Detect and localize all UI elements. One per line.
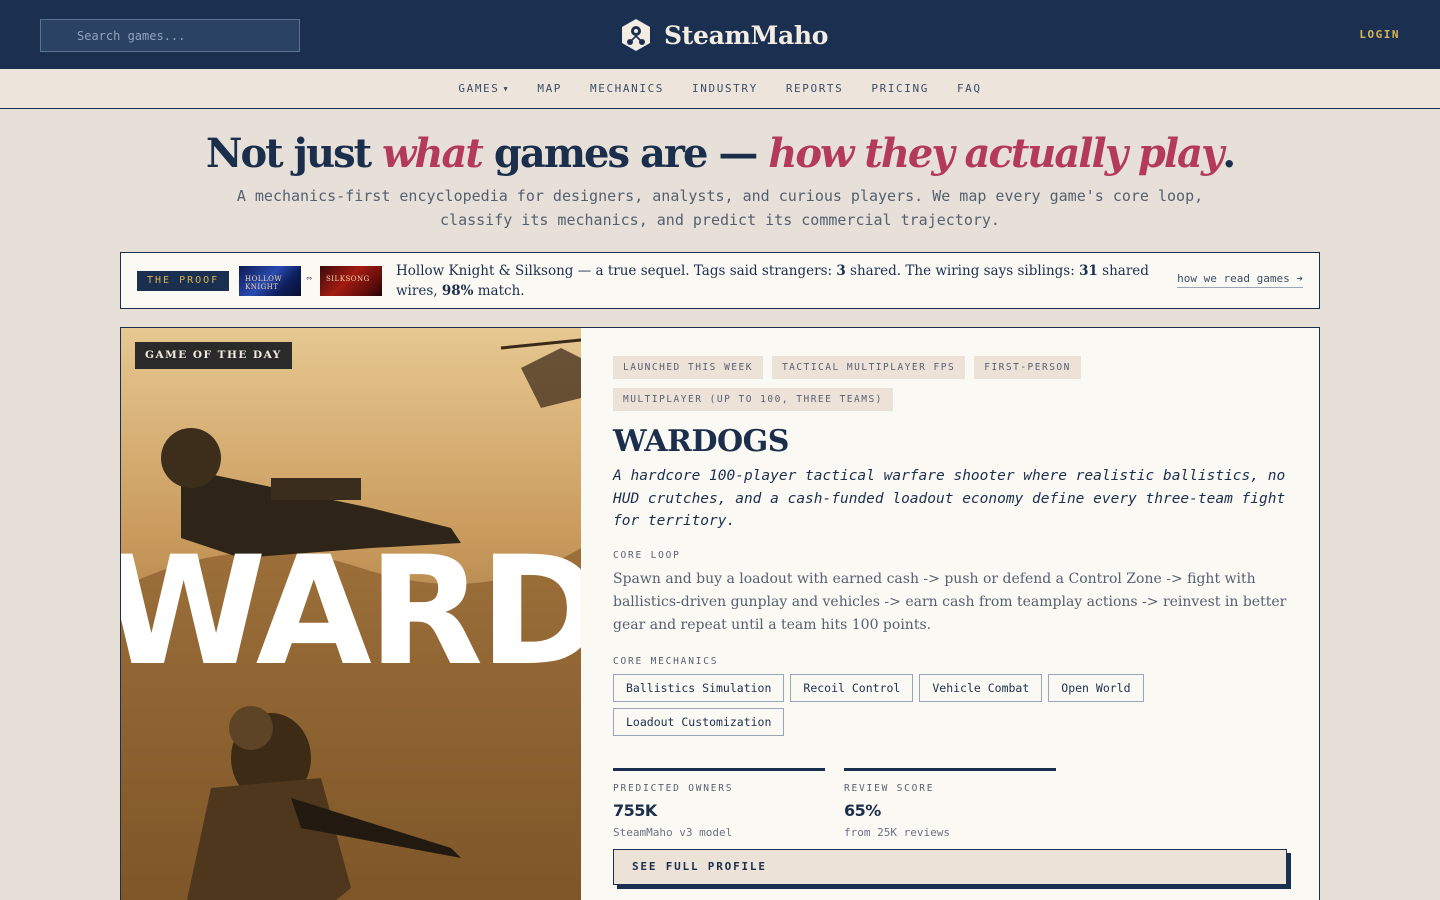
tag-chip[interactable]: LAUNCHED THIS WEEK <box>613 356 763 379</box>
proof-label: THE PROOF <box>137 271 230 291</box>
hollow-knight-thumbnail[interactable]: HOLLOW KNIGHT <box>239 266 301 296</box>
stat-note: SteamMaho v3 model <box>613 826 733 839</box>
nav-item-mechanics[interactable]: MECHANICS <box>590 82 664 95</box>
tag-chip[interactable]: MULTIPLAYER (UP TO 100, THREE TEAMS) <box>613 388 893 411</box>
mechanic-chip[interactable]: Open World <box>1048 674 1144 702</box>
mechanic-chip[interactable]: Recoil Control <box>790 674 914 702</box>
nav-label: GAMES <box>458 82 500 95</box>
nav-item-games[interactable]: GAMES ▼ <box>458 82 509 95</box>
brand-name: SteamMaho <box>664 20 829 50</box>
hero-title: Not just what games are — how they actua… <box>0 130 1440 177</box>
nav-item-industry[interactable]: INDUSTRY <box>692 82 758 95</box>
tag-chip[interactable]: TACTICAL MULTIPLAYER FPS <box>771 356 966 379</box>
predicted-owners-stat: PREDICTED OWNERS 755K SteamMaho v3 model <box>613 768 825 839</box>
brand-logo[interactable]: SteamMaho <box>620 17 828 53</box>
nav-item-map[interactable]: MAP <box>537 82 562 95</box>
how-we-read-link[interactable]: how we read games ➔ <box>1177 272 1303 288</box>
login-link[interactable]: LOGIN <box>1359 28 1400 41</box>
logo-icon <box>622 19 650 51</box>
hero-subtitle: A mechanics-first encyclopedia for desig… <box>236 187 1204 229</box>
hero-title-emphasis: what <box>382 130 484 177</box>
nav-item-reports[interactable]: REPORTS <box>786 82 844 95</box>
hero-title-emphasis: how they actually play <box>768 130 1224 177</box>
game-cover-image[interactable]: WARDO GAME OF THE DAY <box>121 328 581 900</box>
hero-title-part: games are — <box>481 130 769 177</box>
cover-artwork: WARDO <box>121 328 581 900</box>
search-input[interactable] <box>40 19 300 52</box>
core-loop-text: Spawn and buy a loadout with earned cash… <box>613 571 1287 633</box>
see-full-profile-button[interactable]: SEE FULL PROFILE <box>613 849 1287 885</box>
match-percentage: 98% <box>441 283 474 299</box>
game-description: A hardcore 100-player tactical warfare s… <box>613 468 1286 529</box>
chevron-down-icon: ▼ <box>503 84 510 93</box>
proof-text-part: match. <box>473 283 525 299</box>
game-of-the-day-badge: GAME OF THE DAY <box>135 342 292 369</box>
nav-item-faq[interactable]: FAQ <box>957 82 982 95</box>
tag-chip[interactable]: FIRST-PERSON <box>974 356 1081 379</box>
thumbnail-caption: SILKSONG <box>326 275 370 283</box>
stat-label: REVIEW SCORE <box>844 783 935 794</box>
stat-label: PREDICTED OWNERS <box>613 783 734 794</box>
review-score-stat: REVIEW SCORE 65% from 25K reviews <box>844 768 1056 839</box>
proof-banner: THE PROOF HOLLOW KNIGHT ⇔ SILKSONG Hollo… <box>120 252 1320 309</box>
cover-title-text: WARDO <box>121 525 581 699</box>
thumbnail-caption: HOLLOW KNIGHT <box>245 275 283 291</box>
stat-value: 755K <box>613 801 657 820</box>
stat-note: from 25K reviews <box>844 826 950 839</box>
core-mechanics-list: Ballistics Simulation Recoil Control Veh… <box>613 674 1173 736</box>
link-icon: ⇔ <box>306 273 313 284</box>
core-mechanics-label: CORE MECHANICS <box>613 656 719 667</box>
game-of-the-day-card: WARDO GAME OF THE DAY LAUNCHED THIS WEEK… <box>120 327 1320 900</box>
hero-title-part: Not just <box>205 130 382 177</box>
wires-shared-count: 31 <box>1079 263 1098 279</box>
proof-text-part: shared. The wiring says siblings: <box>845 263 1080 279</box>
proof-text: Hollow Knight & Silksong — a true sequel… <box>396 261 1156 301</box>
main-nav: GAMES ▼ MAP MECHANICS INDUSTRY REPORTS P… <box>0 69 1440 109</box>
nav-item-pricing[interactable]: PRICING <box>871 82 929 95</box>
game-tags: LAUNCHED THIS WEEK TACTICAL MULTIPLAYER … <box>613 356 1113 411</box>
hero-title-part: . <box>1222 130 1236 177</box>
stat-value: 65% <box>844 801 881 820</box>
top-header: SteamMaho LOGIN <box>0 0 1440 69</box>
proof-text-part: Hollow Knight & Silksong — a true sequel… <box>396 263 837 279</box>
mechanic-chip[interactable]: Loadout Customization <box>613 708 785 736</box>
core-loop-label: CORE LOOP <box>613 550 681 561</box>
game-title[interactable]: WARDOGS <box>613 424 789 459</box>
tags-shared-count: 3 <box>836 263 846 279</box>
mechanic-chip[interactable]: Vehicle Combat <box>919 674 1043 702</box>
mechanic-chip[interactable]: Ballistics Simulation <box>613 674 785 702</box>
silksong-thumbnail[interactable]: SILKSONG <box>320 266 382 296</box>
